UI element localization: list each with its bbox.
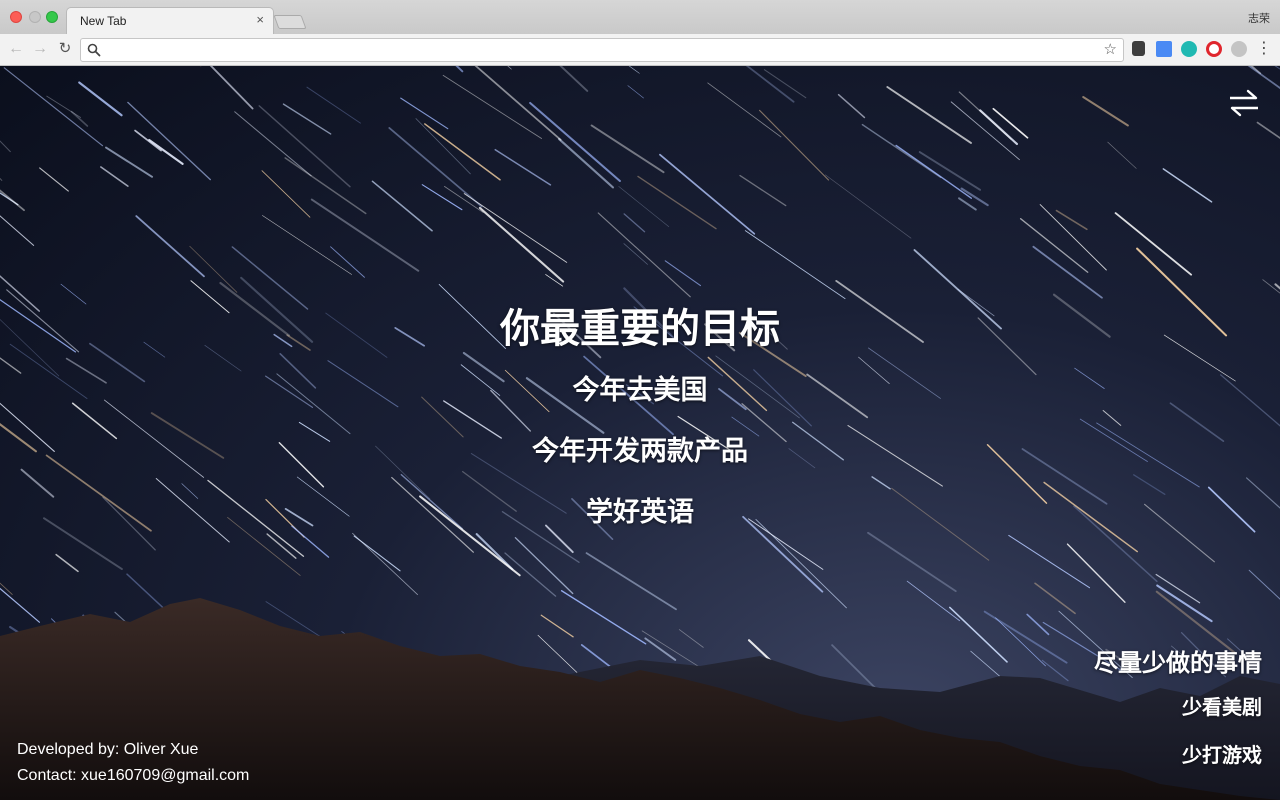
browser-tab[interactable]: New Tab ×: [66, 7, 274, 34]
credits: Developed by: Oliver Xue Contact: xue160…: [17, 737, 249, 789]
avoid-section: 尽量少做的事情 少看美剧 少打游戏: [1094, 644, 1262, 780]
address-bar[interactable]: ☆: [80, 38, 1124, 62]
goal-item[interactable]: 学好英语: [340, 482, 940, 543]
tab-title: New Tab: [80, 14, 127, 28]
search-icon: [87, 43, 101, 57]
browser-menu-icon[interactable]: ⋮: [1256, 38, 1272, 60]
browser-titlebar: New Tab × 志荣: [0, 0, 1280, 34]
goal-item[interactable]: 今年开发两款产品: [340, 421, 940, 482]
address-input[interactable]: [107, 41, 1087, 59]
gray-extension-icon[interactable]: [1231, 41, 1247, 57]
back-arrow-icon[interactable]: ←: [5, 38, 27, 60]
google-translate-icon[interactable]: [1156, 41, 1172, 57]
contact-info: Contact: xue160709@gmail.com: [17, 767, 250, 784]
new-tab-page: 你最重要的目标 今年去美国 今年开发两款产品 学好英语 尽量少做的事情 少看美剧…: [0, 66, 1280, 800]
evernote-icon[interactable]: [1132, 41, 1145, 56]
opera-icon[interactable]: [1206, 41, 1222, 57]
goals-heading: 你最重要的目标: [500, 307, 780, 351]
teal-extension-icon[interactable]: [1181, 41, 1197, 57]
goals-section: 你最重要的目标 今年去美国 今年开发两款产品 学好英语: [340, 298, 940, 543]
new-tab-button[interactable]: [273, 15, 307, 29]
avoid-heading: 尽量少做的事情: [1094, 650, 1262, 677]
browser-toolbar: ← → ↻ ☆ ⋮: [0, 34, 1280, 66]
swap-arrows-icon[interactable]: [1226, 88, 1262, 118]
profile-name[interactable]: 志荣: [1248, 10, 1270, 26]
maximize-window-button[interactable]: [46, 11, 58, 23]
avoid-item[interactable]: 少看美剧: [1094, 684, 1262, 732]
developer-credit: Developed by: Oliver Xue: [17, 741, 199, 758]
reload-icon[interactable]: ↻: [54, 38, 76, 60]
bookmark-star-icon[interactable]: ☆: [1104, 40, 1117, 58]
goal-item[interactable]: 今年去美国: [340, 360, 940, 421]
close-window-button[interactable]: [10, 11, 22, 23]
minimize-window-button[interactable]: [29, 11, 41, 23]
forward-arrow-icon[interactable]: →: [29, 38, 51, 60]
avoid-item[interactable]: 少打游戏: [1094, 732, 1262, 780]
tab-close-button[interactable]: ×: [256, 12, 264, 27]
